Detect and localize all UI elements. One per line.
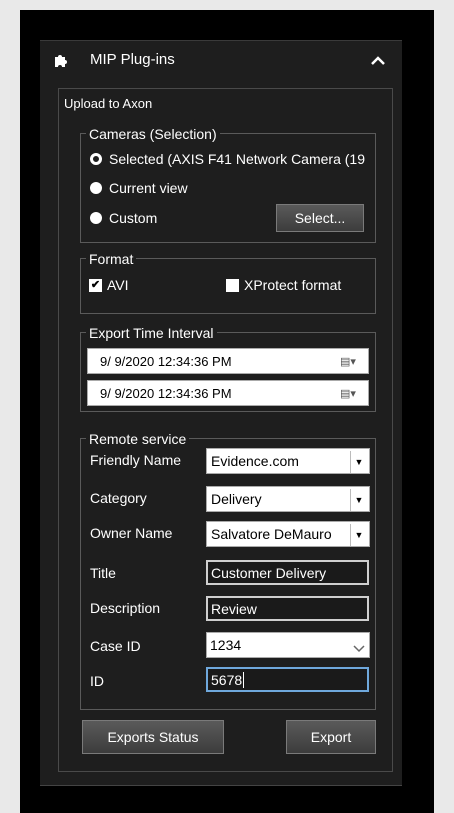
chevron-down-icon[interactable]: [353, 641, 365, 653]
category-select[interactable]: Delivery ▼: [206, 486, 370, 512]
cameras-legend: Cameras (Selection): [86, 126, 220, 142]
avi-label: AVI: [107, 277, 129, 293]
description-label: Description: [90, 600, 161, 616]
title-label: Title: [90, 565, 116, 581]
puzzle-plugin-icon: [52, 49, 72, 69]
start-date-field[interactable]: 9/ 9/2020 12:34:36 PM ▤▾: [87, 348, 369, 374]
radio-custom-label: Custom: [109, 210, 158, 226]
owner-name-label: Owner Name: [90, 525, 173, 541]
remote-service-legend: Remote service: [86, 431, 190, 447]
category-value: Delivery: [211, 491, 262, 507]
friendly-name-select[interactable]: Evidence.com ▼: [206, 448, 370, 474]
calendar-dropdown-icon[interactable]: ▤▾: [340, 387, 362, 401]
owner-name-value: Salvatore DeMauro: [211, 526, 332, 542]
id-label: ID: [90, 673, 104, 689]
radio-selected[interactable]: [90, 153, 102, 165]
end-date-field[interactable]: 9/ 9/2020 12:34:36 PM ▤▾: [87, 380, 369, 406]
friendly-name-label: Friendly Name: [90, 452, 182, 468]
case-id-value: 1234: [210, 637, 242, 653]
friendly-name-value: Evidence.com: [211, 453, 299, 469]
xprotect-checkbox[interactable]: [226, 279, 239, 292]
case-id-combobox[interactable]: 1234: [206, 632, 370, 658]
format-legend: Format: [86, 251, 137, 267]
title-field[interactable]: Customer Delivery: [206, 560, 369, 585]
title-value: Customer Delivery: [211, 564, 327, 581]
dropdown-arrow-icon[interactable]: ▼: [350, 451, 367, 473]
owner-name-select[interactable]: Salvatore DeMauro ▼: [206, 521, 370, 547]
avi-checkbox[interactable]: ✔: [89, 279, 102, 292]
select-button[interactable]: Select...: [276, 204, 364, 232]
calendar-dropdown-icon[interactable]: ▤▾: [340, 355, 362, 369]
category-label: Category: [90, 490, 147, 506]
radio-custom[interactable]: [90, 212, 102, 224]
export-button[interactable]: Export: [286, 720, 376, 754]
upload-section-title: Upload to Axon: [64, 96, 153, 111]
dropdown-arrow-icon[interactable]: ▼: [350, 524, 367, 546]
xprotect-label: XProtect format: [244, 277, 342, 293]
description-field[interactable]: Review: [206, 596, 369, 621]
plugin-panel-title: MIP Plug-ins: [90, 51, 175, 68]
description-value: Review: [211, 600, 257, 617]
exports-status-button[interactable]: Exports Status: [82, 720, 224, 754]
chevron-up-icon[interactable]: [370, 53, 386, 65]
text-cursor: [243, 671, 245, 688]
id-field[interactable]: 5678: [206, 667, 369, 692]
start-date-value: 9/ 9/2020 12:34:36 PM: [100, 353, 232, 369]
end-date-value: 9/ 9/2020 12:34:36 PM: [100, 385, 232, 401]
plugin-panel-header[interactable]: MIP Plug-ins: [40, 40, 402, 76]
radio-current-view[interactable]: [90, 182, 102, 194]
dropdown-arrow-icon[interactable]: ▼: [350, 489, 367, 511]
radio-selected-label: Selected (AXIS F41 Network Camera (19: [109, 151, 365, 167]
export-time-legend: Export Time Interval: [86, 325, 217, 341]
radio-current-view-label: Current view: [109, 180, 188, 196]
id-value: 5678: [211, 671, 243, 688]
case-id-label: Case ID: [90, 638, 141, 654]
